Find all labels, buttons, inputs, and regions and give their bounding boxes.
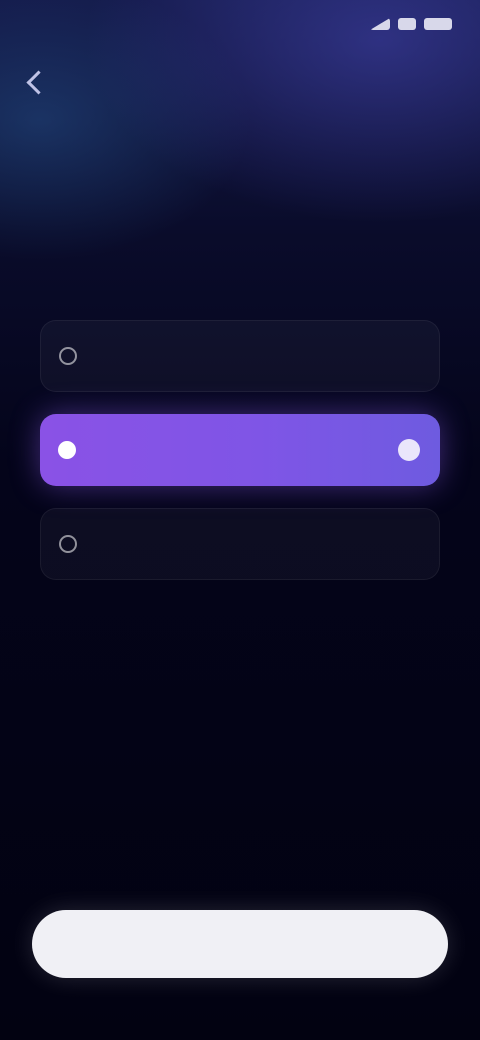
signal-icon xyxy=(370,18,390,30)
continue-button[interactable] xyxy=(32,910,448,978)
option-item-2[interactable] xyxy=(40,414,440,486)
options-list xyxy=(40,320,440,602)
option-item-3[interactable] xyxy=(40,508,440,580)
status-bar xyxy=(0,0,480,56)
wifi-icon xyxy=(398,18,416,30)
radio-icon xyxy=(59,347,77,365)
back-button[interactable] xyxy=(20,60,116,104)
option-item-1[interactable] xyxy=(40,320,440,392)
check-icon xyxy=(398,439,420,461)
radio-icon xyxy=(58,441,76,459)
battery-icon xyxy=(424,18,452,30)
chevron-left-icon xyxy=(26,69,51,95)
radio-icon xyxy=(59,535,77,553)
status-icons xyxy=(370,18,452,30)
